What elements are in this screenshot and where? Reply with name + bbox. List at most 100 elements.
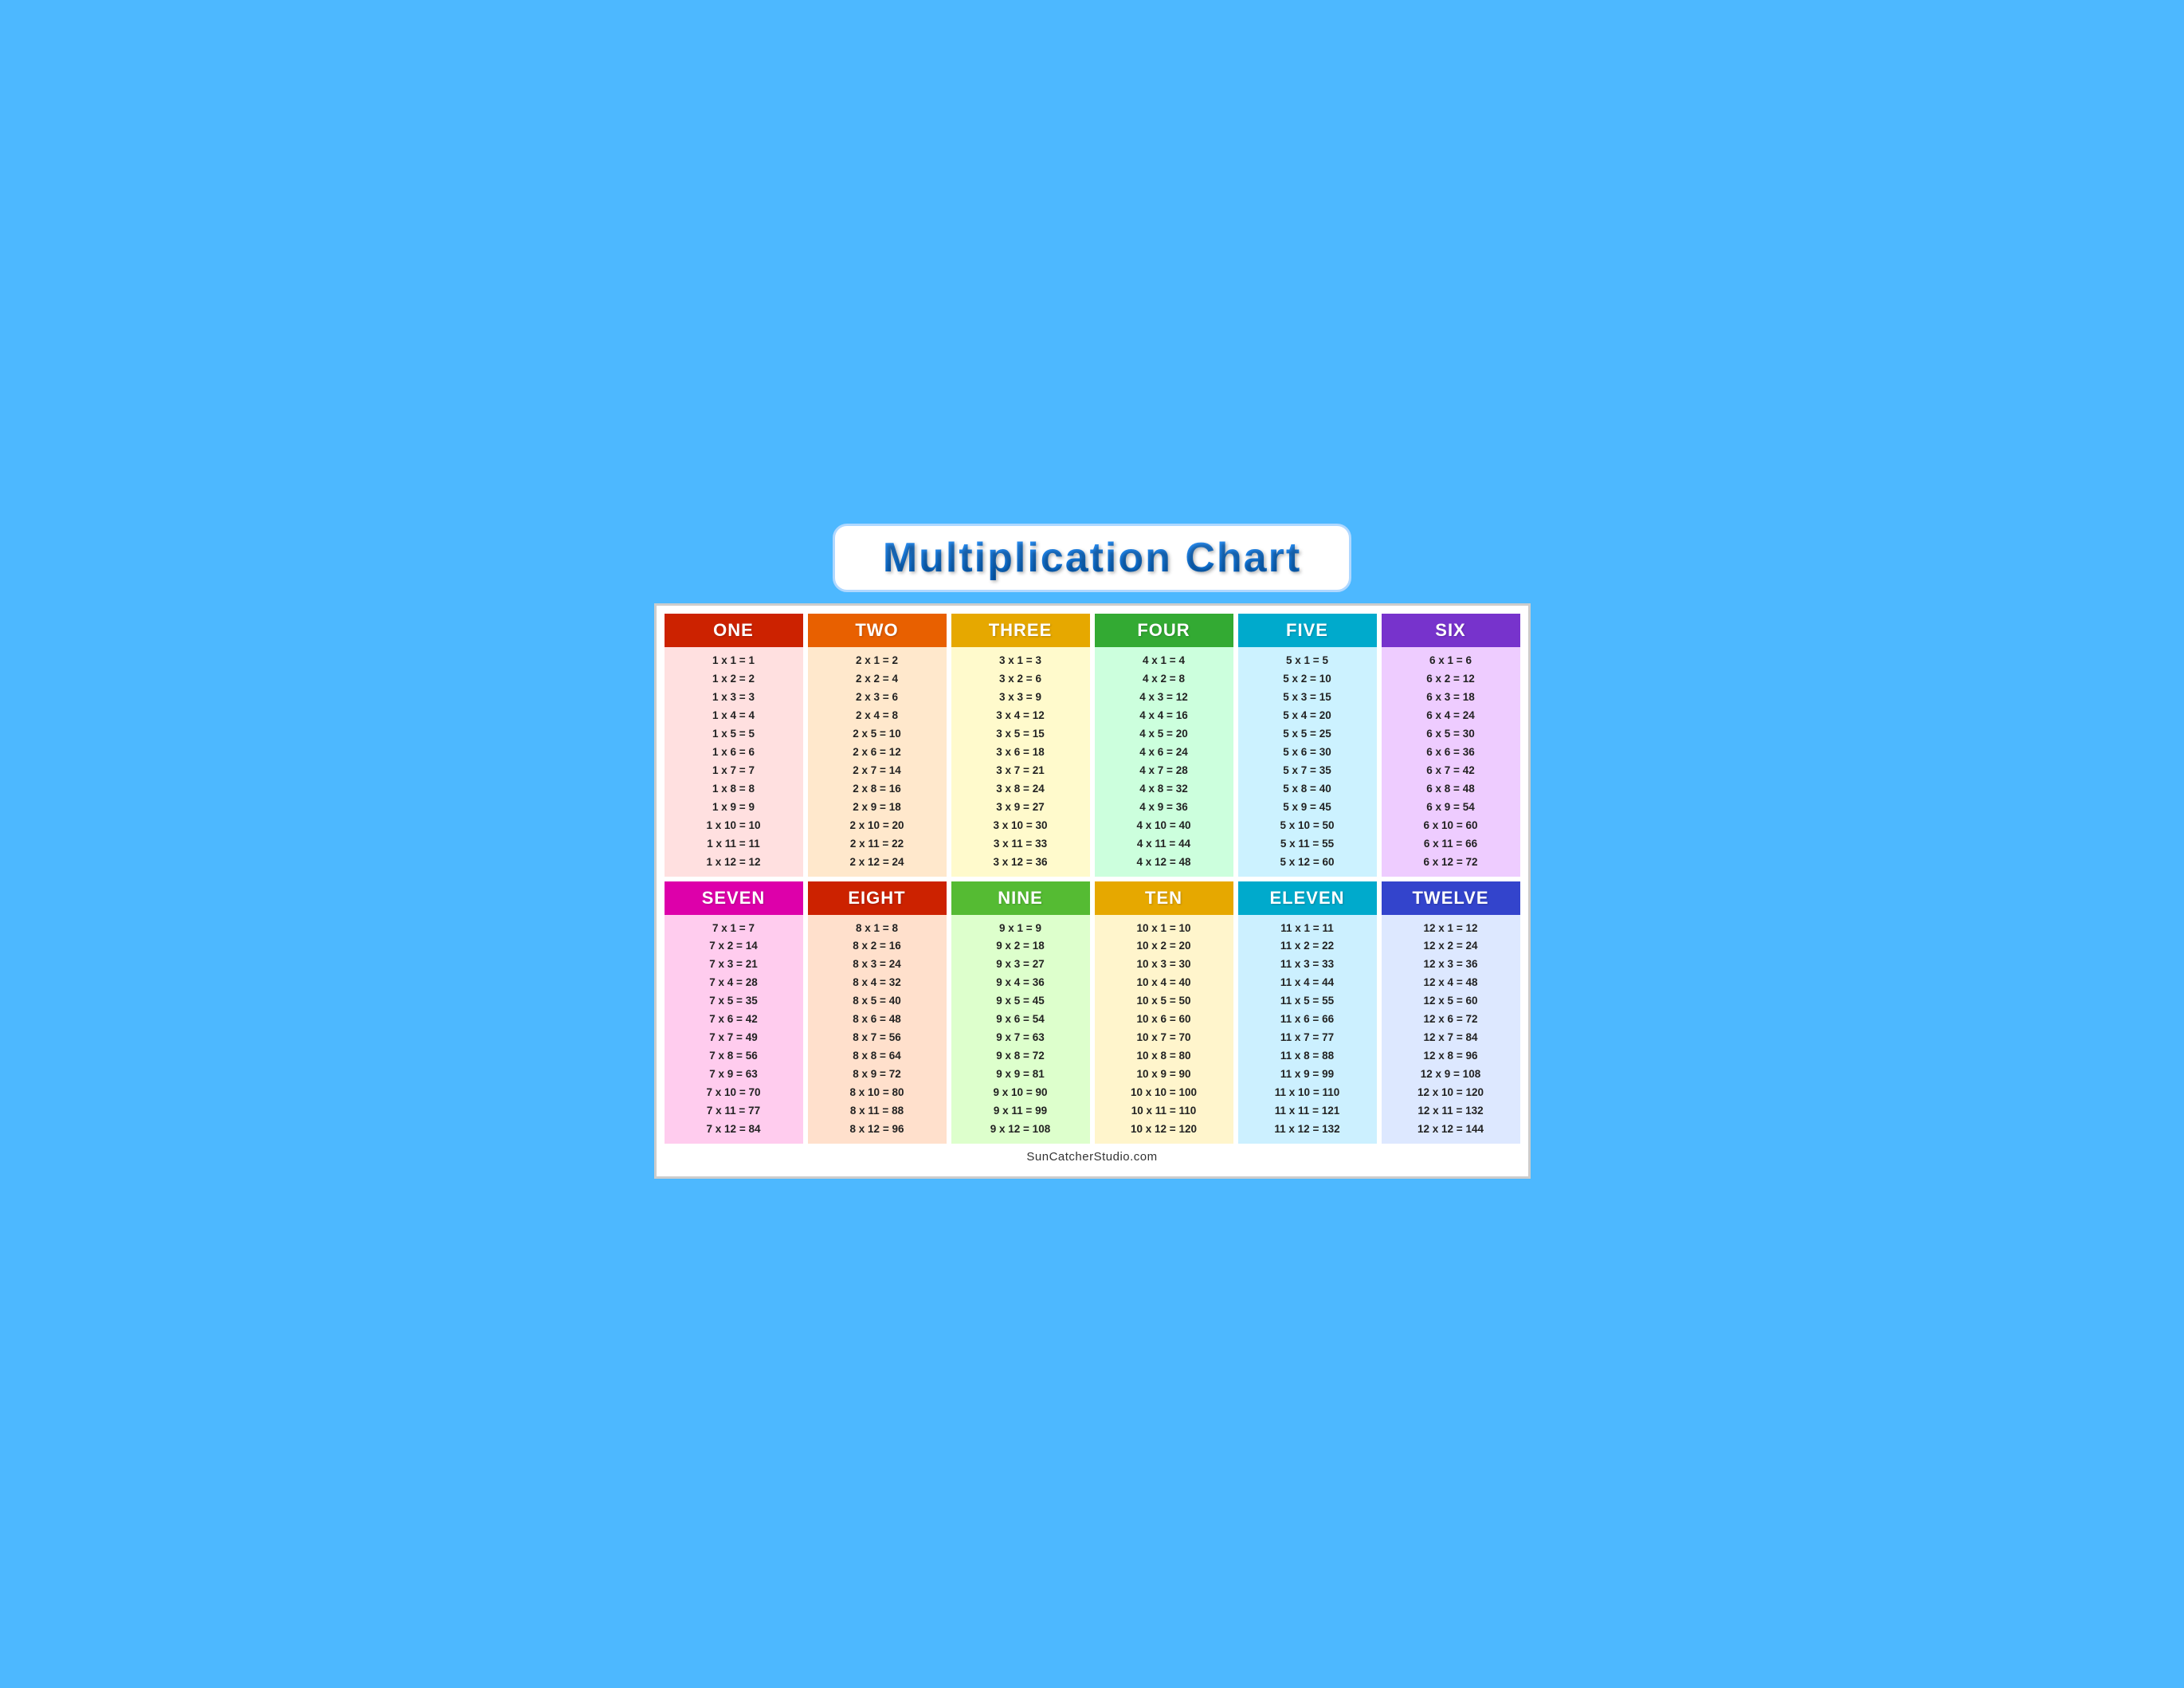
table-row: 7 x 8 = 56 <box>671 1047 797 1066</box>
table-row: 5 x 1 = 5 <box>1245 652 1370 670</box>
table-row: 4 x 12 = 48 <box>1101 854 1227 872</box>
table-body-five: 5 x 1 = 55 x 2 = 105 x 3 = 155 x 4 = 205… <box>1238 647 1377 876</box>
table-row: 4 x 1 = 4 <box>1101 652 1227 670</box>
table-row: 5 x 6 = 30 <box>1245 744 1370 762</box>
table-row: 2 x 1 = 2 <box>814 652 940 670</box>
table-header-five: FIVE <box>1238 614 1377 647</box>
table-row: 5 x 5 = 25 <box>1245 725 1370 744</box>
table-row: 12 x 9 = 108 <box>1388 1066 1514 1084</box>
table-row: 9 x 3 = 27 <box>958 956 1084 974</box>
table-block-three: THREE3 x 1 = 33 x 2 = 63 x 3 = 93 x 4 = … <box>951 614 1090 876</box>
table-row: 9 x 1 = 9 <box>958 920 1084 938</box>
table-block-four: FOUR4 x 1 = 44 x 2 = 84 x 3 = 124 x 4 = … <box>1095 614 1233 876</box>
table-body-seven: 7 x 1 = 77 x 2 = 147 x 3 = 217 x 4 = 287… <box>665 915 803 1144</box>
table-row: 12 x 10 = 120 <box>1388 1084 1514 1102</box>
table-row: 4 x 4 = 16 <box>1101 707 1227 725</box>
table-header-seven: SEVEN <box>665 881 803 915</box>
table-row: 3 x 6 = 18 <box>958 744 1084 762</box>
table-row: 5 x 12 = 60 <box>1245 854 1370 872</box>
table-row: 7 x 9 = 63 <box>671 1066 797 1084</box>
table-row: 6 x 8 = 48 <box>1388 780 1514 799</box>
table-block-one: ONE1 x 1 = 11 x 2 = 21 x 3 = 31 x 4 = 41… <box>665 614 803 876</box>
table-row: 2 x 4 = 8 <box>814 707 940 725</box>
table-row: 6 x 7 = 42 <box>1388 762 1514 780</box>
table-row: 9 x 12 = 108 <box>958 1121 1084 1139</box>
table-row: 6 x 10 = 60 <box>1388 817 1514 835</box>
table-row: 6 x 5 = 30 <box>1388 725 1514 744</box>
table-row: 4 x 7 = 28 <box>1101 762 1227 780</box>
table-row: 3 x 5 = 15 <box>958 725 1084 744</box>
table-row: 6 x 9 = 54 <box>1388 799 1514 817</box>
table-row: 8 x 6 = 48 <box>814 1011 940 1029</box>
table-row: 6 x 3 = 18 <box>1388 689 1514 707</box>
table-row: 11 x 10 = 110 <box>1245 1084 1370 1102</box>
table-row: 5 x 7 = 35 <box>1245 762 1370 780</box>
table-row: 12 x 8 = 96 <box>1388 1047 1514 1066</box>
table-row: 10 x 6 = 60 <box>1101 1011 1227 1029</box>
table-row: 11 x 7 = 77 <box>1245 1029 1370 1047</box>
table-row: 8 x 9 = 72 <box>814 1066 940 1084</box>
table-row: 6 x 6 = 36 <box>1388 744 1514 762</box>
table-row: 11 x 5 = 55 <box>1245 992 1370 1011</box>
table-header-eleven: ELEVEN <box>1238 881 1377 915</box>
table-header-one: ONE <box>665 614 803 647</box>
table-body-one: 1 x 1 = 11 x 2 = 21 x 3 = 31 x 4 = 41 x … <box>665 647 803 876</box>
table-header-two: TWO <box>808 614 947 647</box>
table-row: 7 x 11 = 77 <box>671 1102 797 1121</box>
table-row: 10 x 5 = 50 <box>1101 992 1227 1011</box>
table-body-four: 4 x 1 = 44 x 2 = 84 x 3 = 124 x 4 = 164 … <box>1095 647 1233 876</box>
table-block-five: FIVE5 x 1 = 55 x 2 = 105 x 3 = 155 x 4 =… <box>1238 614 1377 876</box>
table-row: 12 x 7 = 84 <box>1388 1029 1514 1047</box>
table-row: 9 x 11 = 99 <box>958 1102 1084 1121</box>
table-row: 5 x 11 = 55 <box>1245 835 1370 854</box>
table-row: 2 x 2 = 4 <box>814 670 940 689</box>
table-row: 1 x 1 = 1 <box>671 652 797 670</box>
table-row: 1 x 9 = 9 <box>671 799 797 817</box>
table-row: 10 x 11 = 110 <box>1101 1102 1227 1121</box>
table-header-six: SIX <box>1382 614 1520 647</box>
table-row: 11 x 3 = 33 <box>1245 956 1370 974</box>
table-row: 10 x 3 = 30 <box>1101 956 1227 974</box>
table-block-eight: EIGHT8 x 1 = 88 x 2 = 168 x 3 = 248 x 4 … <box>808 881 947 1144</box>
table-row: 7 x 10 = 70 <box>671 1084 797 1102</box>
table-row: 5 x 9 = 45 <box>1245 799 1370 817</box>
table-row: 12 x 5 = 60 <box>1388 992 1514 1011</box>
table-row: 2 x 7 = 14 <box>814 762 940 780</box>
table-row: 5 x 4 = 20 <box>1245 707 1370 725</box>
table-row: 1 x 11 = 11 <box>671 835 797 854</box>
table-row: 11 x 11 = 121 <box>1245 1102 1370 1121</box>
table-header-eight: EIGHT <box>808 881 947 915</box>
table-row: 11 x 9 = 99 <box>1245 1066 1370 1084</box>
table-row: 1 x 7 = 7 <box>671 762 797 780</box>
table-row: 12 x 4 = 48 <box>1388 974 1514 992</box>
table-row: 2 x 5 = 10 <box>814 725 940 744</box>
table-row: 3 x 3 = 9 <box>958 689 1084 707</box>
table-row: 3 x 1 = 3 <box>958 652 1084 670</box>
table-row: 4 x 11 = 44 <box>1101 835 1227 854</box>
table-body-eight: 8 x 1 = 88 x 2 = 168 x 3 = 248 x 4 = 328… <box>808 915 947 1144</box>
table-header-ten: TEN <box>1095 881 1233 915</box>
table-row: 11 x 2 = 22 <box>1245 937 1370 956</box>
table-row: 10 x 9 = 90 <box>1101 1066 1227 1084</box>
table-body-eleven: 11 x 1 = 1111 x 2 = 2211 x 3 = 3311 x 4 … <box>1238 915 1377 1144</box>
table-row: 3 x 4 = 12 <box>958 707 1084 725</box>
table-row: 7 x 7 = 49 <box>671 1029 797 1047</box>
table-row: 6 x 2 = 12 <box>1388 670 1514 689</box>
table-body-two: 2 x 1 = 22 x 2 = 42 x 3 = 62 x 4 = 82 x … <box>808 647 947 876</box>
table-body-three: 3 x 1 = 33 x 2 = 63 x 3 = 93 x 4 = 123 x… <box>951 647 1090 876</box>
table-row: 6 x 4 = 24 <box>1388 707 1514 725</box>
table-row: 11 x 1 = 11 <box>1245 920 1370 938</box>
chart-grid: ONE1 x 1 = 11 x 2 = 21 x 3 = 31 x 4 = 41… <box>665 614 1520 1144</box>
table-row: 1 x 6 = 6 <box>671 744 797 762</box>
table-row: 9 x 9 = 81 <box>958 1066 1084 1084</box>
table-row: 3 x 7 = 21 <box>958 762 1084 780</box>
table-row: 4 x 8 = 32 <box>1101 780 1227 799</box>
table-block-twelve: TWELVE12 x 1 = 1212 x 2 = 2412 x 3 = 361… <box>1382 881 1520 1144</box>
title-container: Multiplication Chart <box>833 524 1351 592</box>
table-row: 8 x 10 = 80 <box>814 1084 940 1102</box>
table-row: 5 x 2 = 10 <box>1245 670 1370 689</box>
table-row: 1 x 3 = 3 <box>671 689 797 707</box>
table-row: 10 x 7 = 70 <box>1101 1029 1227 1047</box>
table-row: 8 x 12 = 96 <box>814 1121 940 1139</box>
table-row: 10 x 1 = 10 <box>1101 920 1227 938</box>
